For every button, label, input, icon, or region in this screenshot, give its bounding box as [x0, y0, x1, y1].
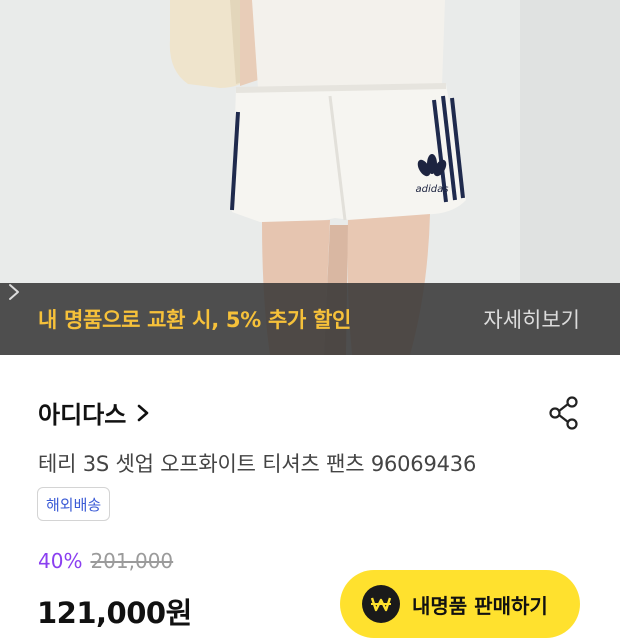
- brand-link[interactable]: 아디다스: [38, 395, 150, 430]
- original-price: 201,000: [90, 549, 174, 573]
- brand-name: 아디다스: [38, 401, 127, 429]
- overseas-shipping-badge: 해외배송: [37, 487, 111, 521]
- product-image[interactable]: adidas 내 명품으로 교환 시, 5% 추가 할인 자세히보기: [0, 0, 620, 355]
- promo-detail-link[interactable]: 자세히보기: [9, 284, 580, 334]
- product-title: 테리 3S 셋업 오프화이트 티셔츠 팬츠 96069436: [38, 452, 477, 476]
- won-icon: [362, 585, 400, 623]
- chevron-right-icon: [138, 404, 149, 421]
- adidas-logo-text: adidas: [416, 184, 449, 195]
- promo-text: 내 명품으로 교환 시, 5% 추가 할인: [38, 308, 352, 332]
- price-discount-row: 40% 201,000: [38, 549, 173, 573]
- chevron-right-icon: [9, 284, 19, 300]
- sell-my-luxury-button[interactable]: 내명품 판매하기: [340, 570, 580, 638]
- sell-button-label: 내명품 판매하기: [412, 593, 548, 618]
- promo-banner[interactable]: 내 명품으로 교환 시, 5% 추가 할인 자세히보기: [0, 283, 620, 355]
- discount-rate: 40%: [38, 549, 83, 573]
- sale-price: 121,000원: [37, 596, 192, 630]
- share-icon[interactable]: [548, 396, 580, 430]
- promo-detail-label: 자세히보기: [483, 308, 580, 332]
